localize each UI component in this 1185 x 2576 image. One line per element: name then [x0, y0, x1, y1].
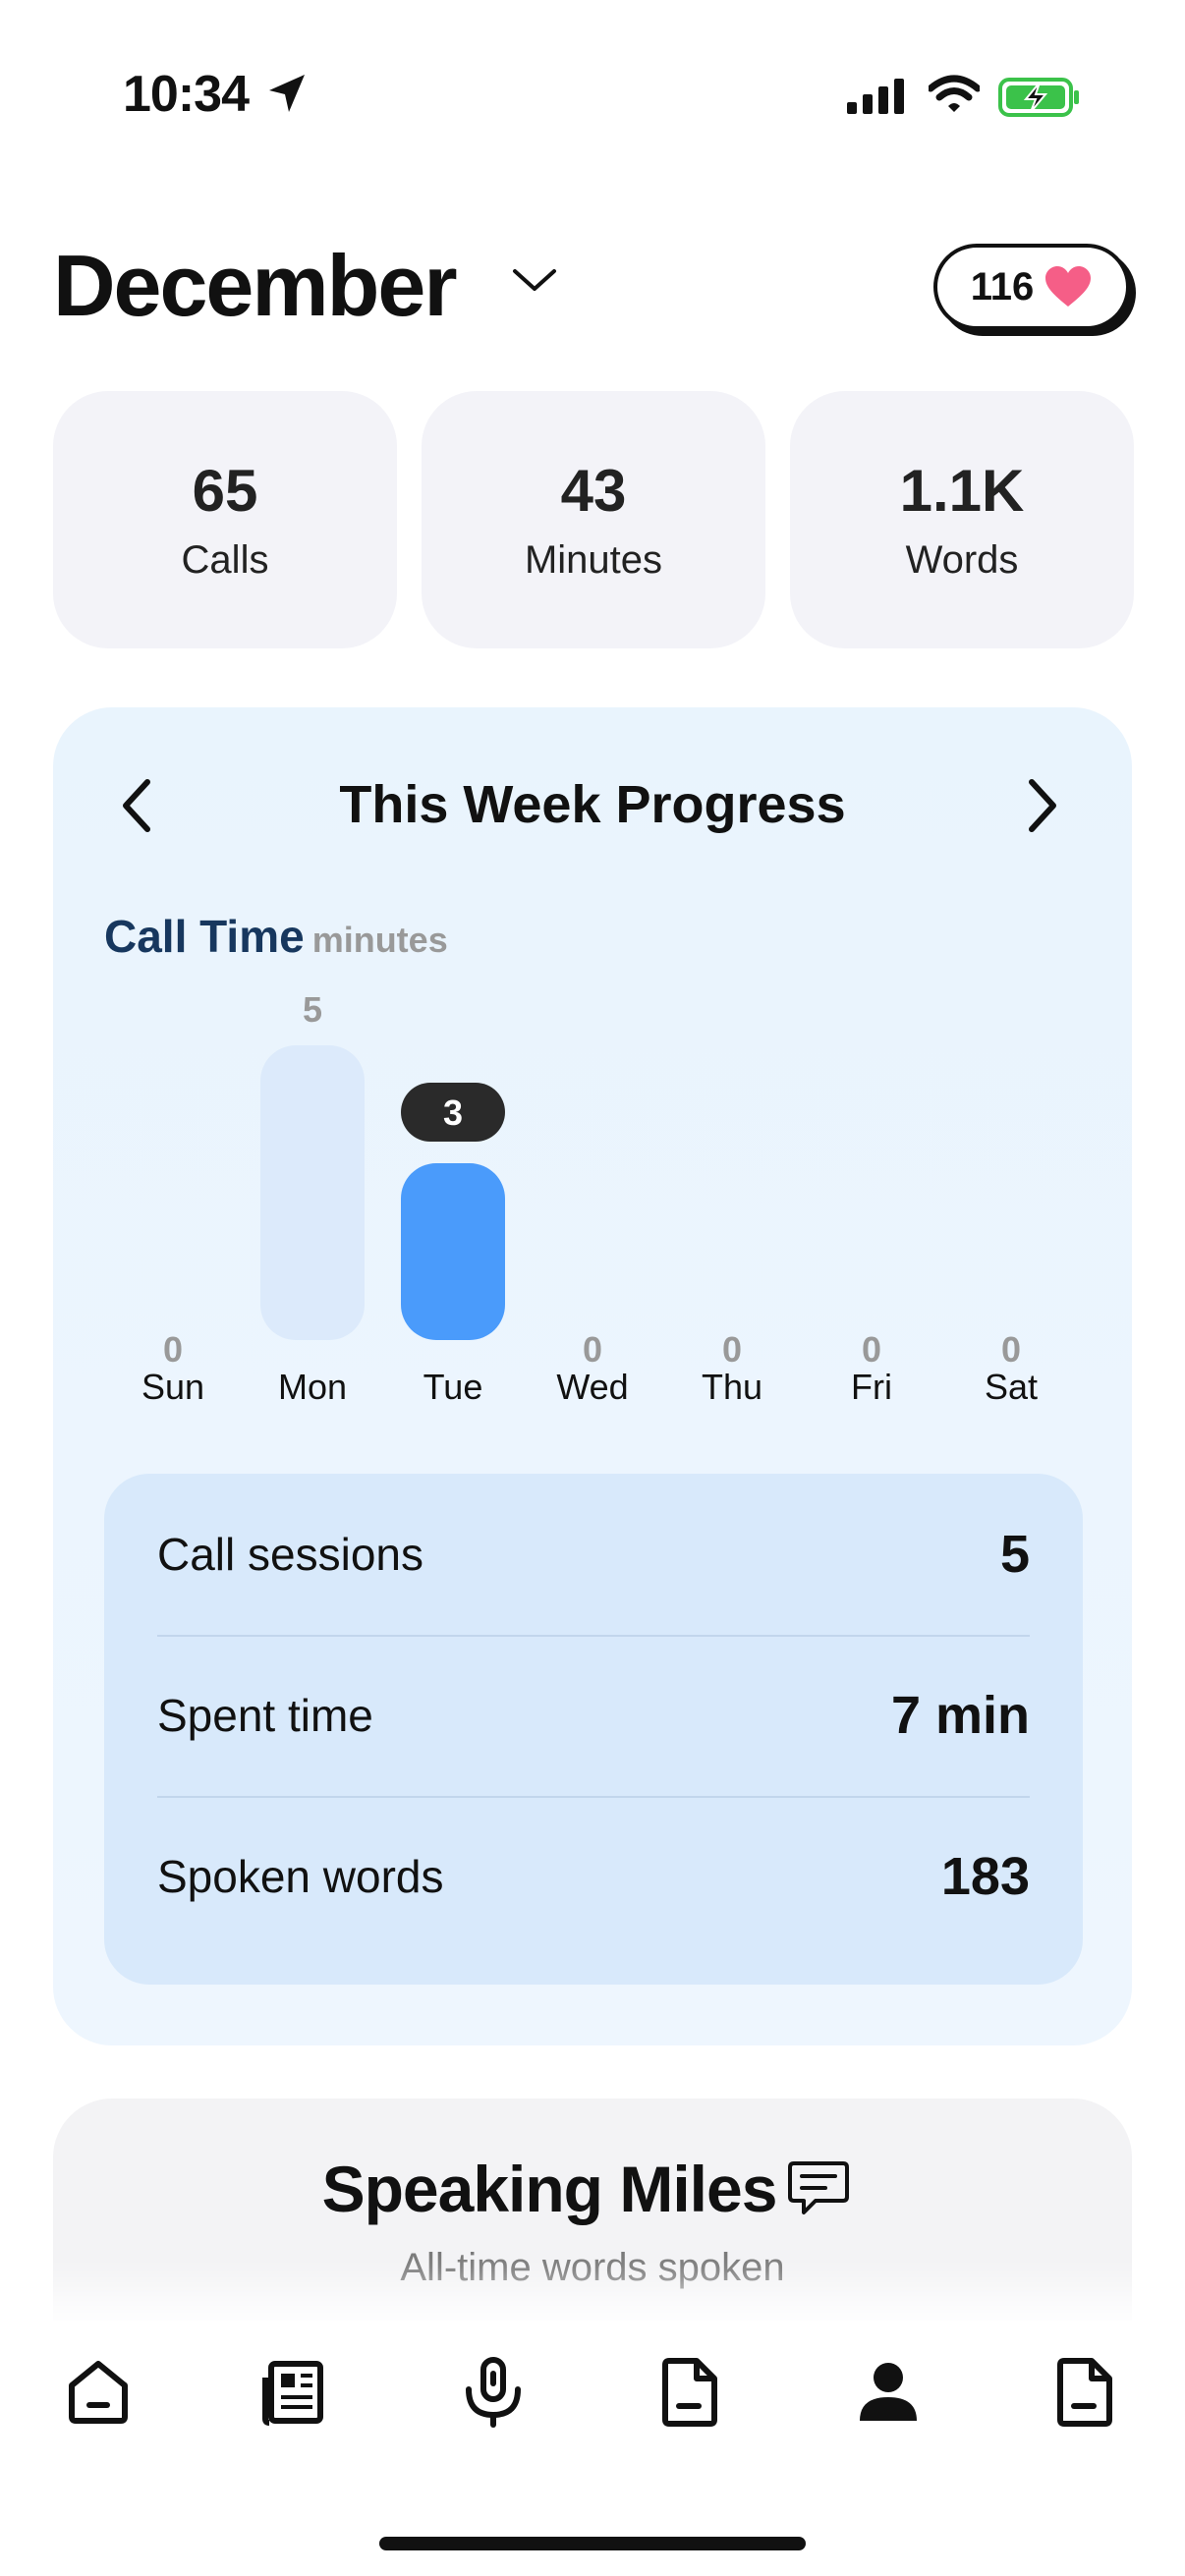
summary-value: 7 min [890, 1686, 1030, 1745]
document-icon [662, 2358, 717, 2427]
call-time-chart: 0Sun5Mon3Tue0Wed0Thu0Fri0Sat [141, 989, 1038, 1407]
speaking-miles-title: Speaking Miles [0, 2152, 1185, 2226]
news-icon [262, 2361, 323, 2426]
day-label: Mon [278, 1367, 347, 1407]
value-label: 0 [862, 1329, 881, 1370]
document-icon [1057, 2358, 1112, 2427]
summary-row-sessions: Call sessions 5 [157, 1474, 1030, 1637]
speaking-miles-title-text: Speaking Miles [321, 2153, 778, 2225]
tab-document-2[interactable] [1046, 2353, 1125, 2432]
day-label: Sun [141, 1367, 204, 1407]
home-indicator[interactable] [379, 2537, 806, 2550]
summary-label: Spent time [157, 1690, 373, 1741]
value-label: 0 [163, 1329, 183, 1370]
value-label: 0 [1001, 1329, 1021, 1370]
tab-home[interactable] [59, 2353, 138, 2432]
summary-label: Call sessions [157, 1529, 423, 1580]
home-icon [69, 2361, 128, 2424]
day-label: Fri [851, 1367, 892, 1407]
summary-box: Call sessions 5 Spent time 7 min Spoken … [104, 1474, 1083, 1985]
day-label: Tue [423, 1367, 483, 1407]
profile-icon [860, 2363, 917, 2421]
tab-profile[interactable] [849, 2353, 928, 2432]
value-label: 0 [722, 1329, 742, 1370]
microphone-icon [466, 2357, 521, 2428]
summary-value: 183 [940, 1847, 1030, 1906]
bar-mon [260, 1045, 365, 1340]
tab-document[interactable] [651, 2353, 730, 2432]
speaking-miles-subtitle: All-time words spoken [400, 2246, 785, 2289]
tab-news[interactable] [256, 2353, 335, 2432]
summary-label: Spoken words [157, 1851, 444, 1902]
bar-tue [401, 1163, 505, 1340]
value-label: 0 [583, 1329, 602, 1370]
summary-row-spent-time: Spent time 7 min [157, 1635, 1030, 1798]
value-label: 5 [303, 989, 322, 1030]
day-label: Sat [985, 1367, 1038, 1407]
day-label: Thu [702, 1367, 762, 1407]
tab-microphone[interactable] [454, 2353, 533, 2432]
value-label: 3 [443, 1092, 463, 1133]
chat-bubble-icon [788, 2161, 849, 2214]
summary-value: 5 [999, 1525, 1030, 1584]
summary-row-spoken-words: Spoken words 183 [157, 1796, 1030, 1957]
day-label: Wed [556, 1367, 628, 1407]
